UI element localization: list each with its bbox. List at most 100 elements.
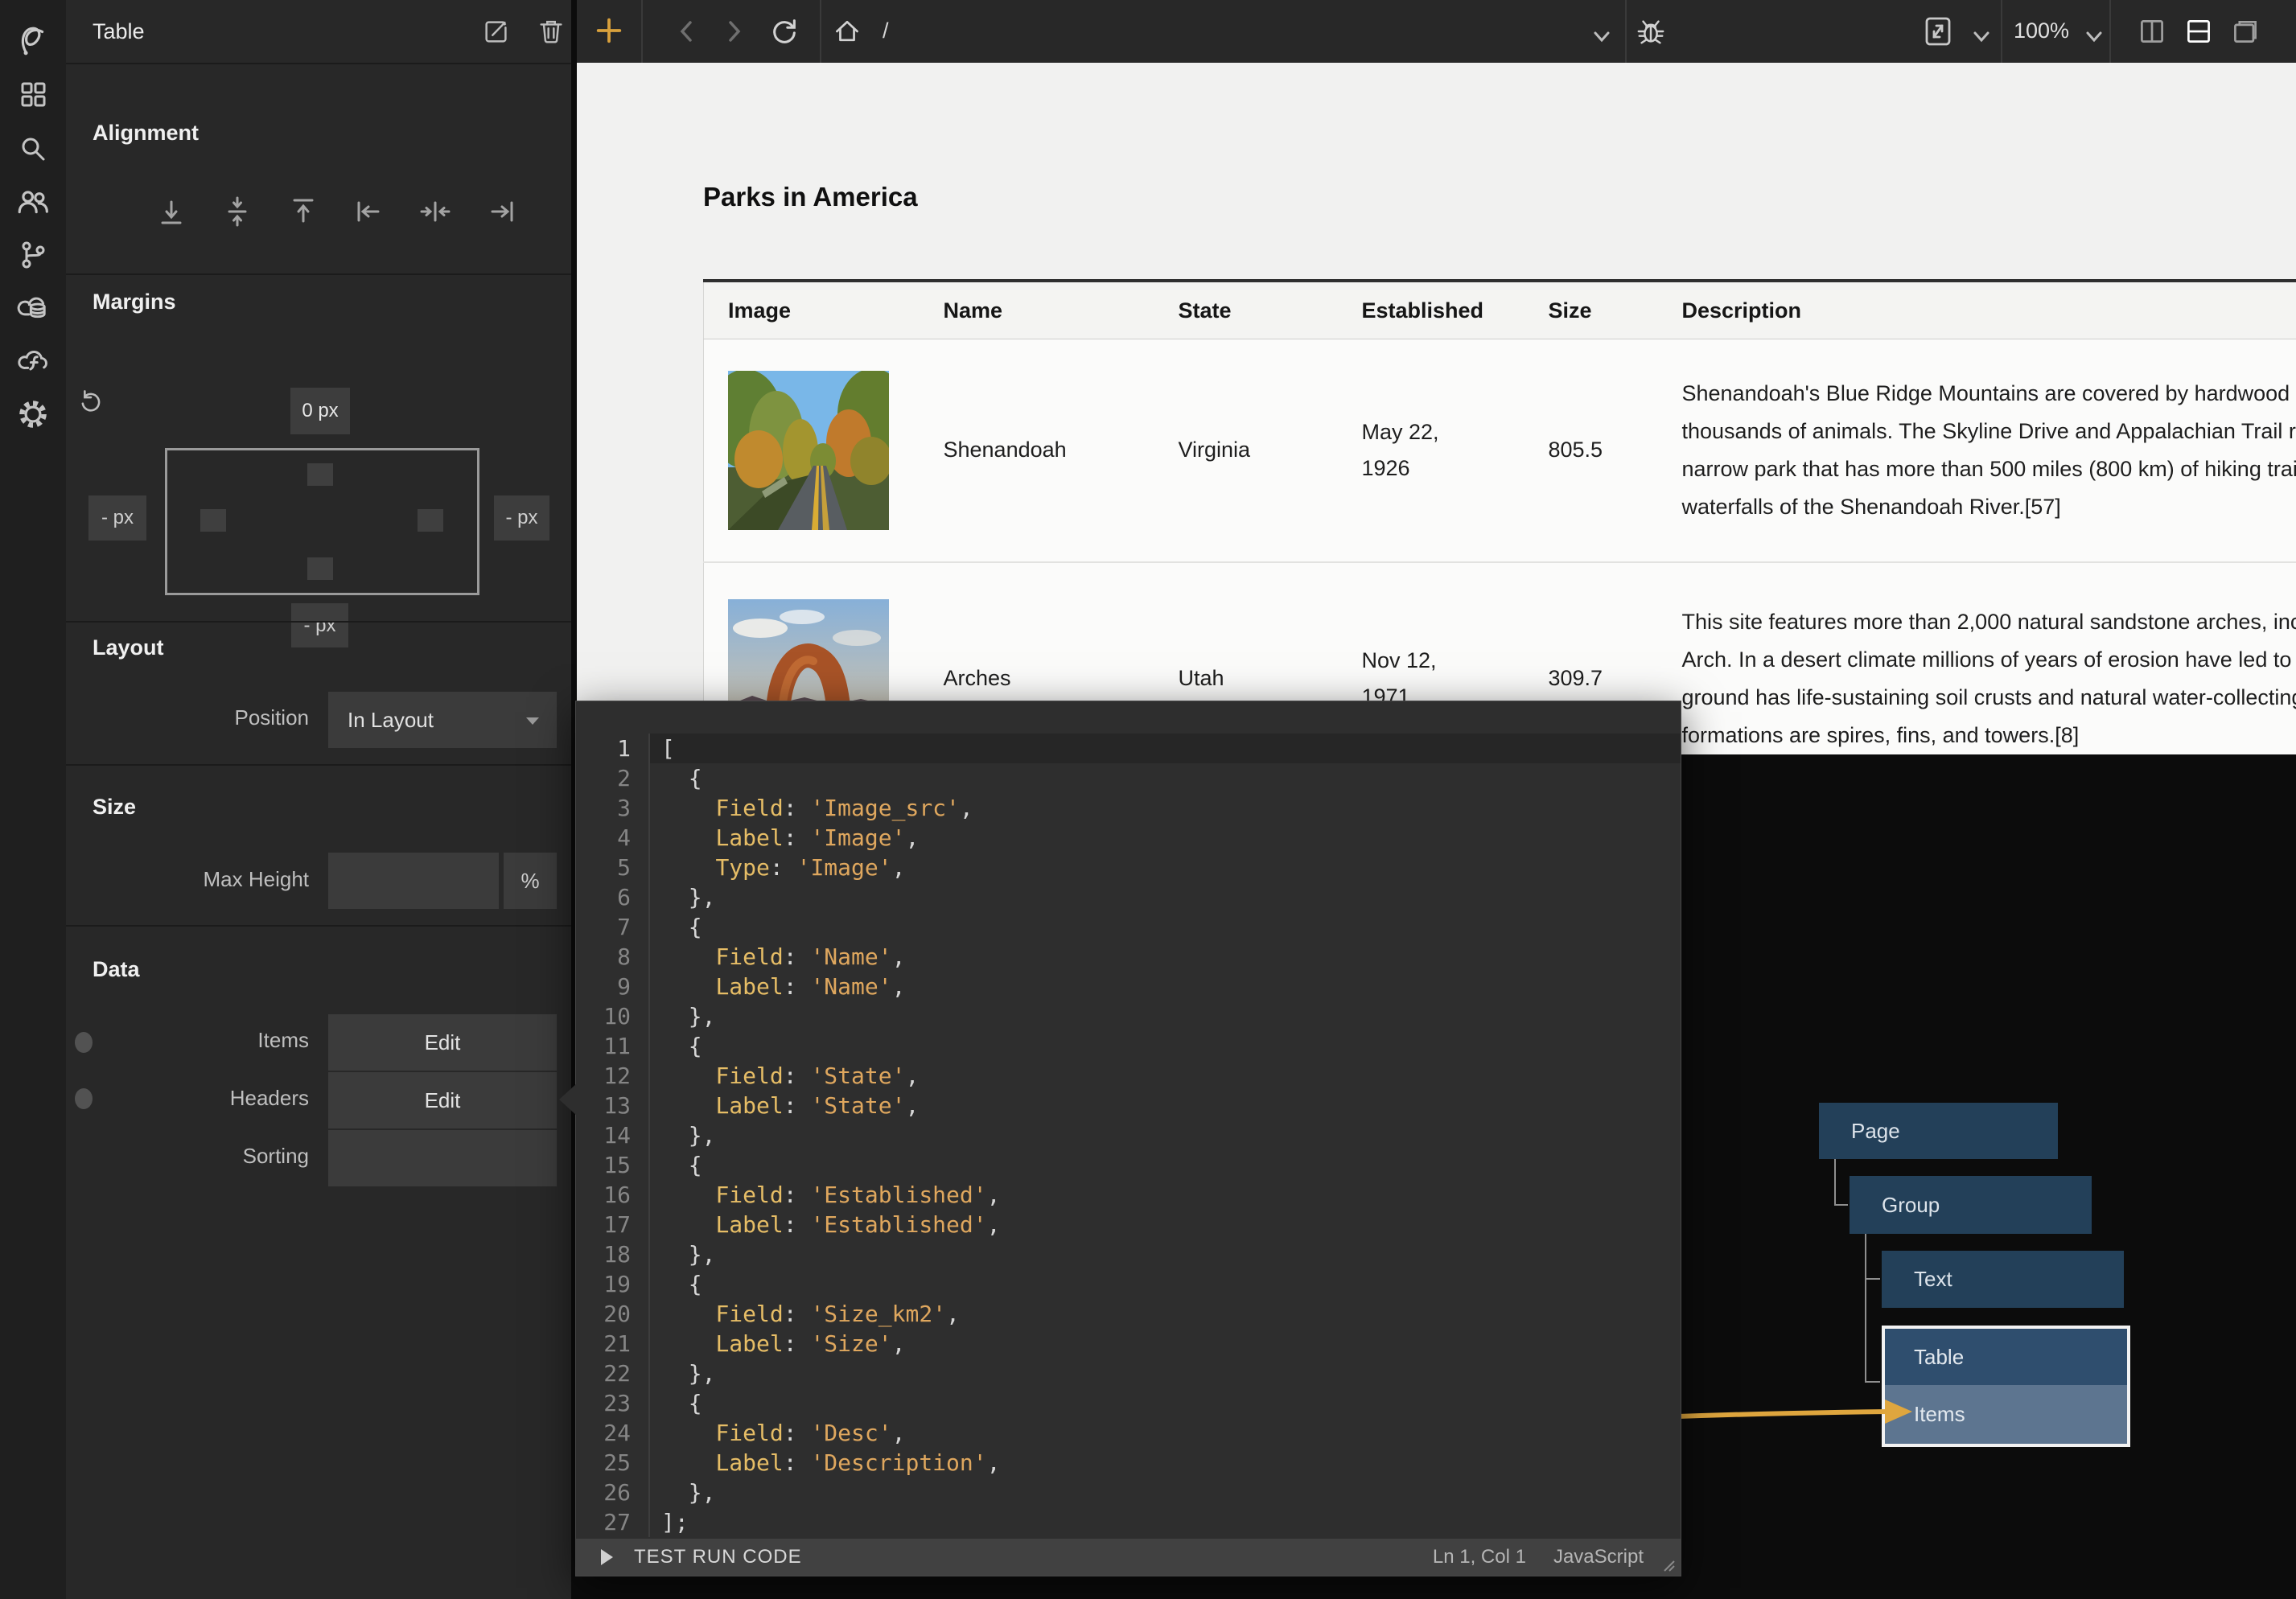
branch-icon[interactable] — [16, 238, 50, 272]
node-text[interactable]: Text — [1882, 1251, 2124, 1308]
grid-icon[interactable] — [16, 77, 50, 111]
code-line[interactable]: 4 Label: 'Image', — [576, 823, 1681, 853]
shenandoah-photo — [728, 371, 889, 530]
resize-chevron-down-icon[interactable] — [1965, 21, 1998, 53]
col-header-state[interactable]: State — [1154, 281, 1338, 339]
headers-edit-button[interactable]: Edit — [328, 1072, 557, 1128]
forward-icon[interactable] — [718, 15, 751, 47]
margin-right-handle[interactable] — [418, 509, 443, 532]
split-rows-icon[interactable] — [2183, 15, 2215, 47]
code-line[interactable]: 17 Label: 'Established', — [576, 1210, 1681, 1239]
align-right-icon[interactable] — [485, 195, 517, 228]
margin-top-input[interactable]: 0 px — [290, 388, 350, 434]
margin-right-input[interactable]: - px — [494, 495, 549, 541]
code-line[interactable]: 16 Field: 'Established', — [576, 1180, 1681, 1210]
code-line[interactable]: 3 Field: 'Image_src', — [576, 793, 1681, 823]
code-line[interactable]: 27]; — [576, 1507, 1681, 1537]
users-icon[interactable] — [16, 185, 50, 219]
bug-icon[interactable] — [1635, 15, 1667, 47]
split-columns-icon[interactable] — [2136, 15, 2168, 47]
node-items[interactable]: Items — [1885, 1385, 2127, 1444]
code-line[interactable]: 23 { — [576, 1388, 1681, 1418]
code-line[interactable]: 21 Label: 'Size', — [576, 1329, 1681, 1359]
margin-top-handle[interactable] — [307, 463, 333, 486]
items-connector-dot[interactable] — [75, 1032, 93, 1053]
zoom-chevron-down-icon[interactable] — [2078, 21, 2110, 53]
home-icon[interactable] — [831, 15, 863, 47]
code-line[interactable]: 24 Field: 'Desc', — [576, 1418, 1681, 1448]
items-edit-button[interactable]: Edit — [328, 1014, 557, 1071]
align-top-icon[interactable] — [287, 195, 319, 228]
code-line[interactable]: 13 Label: 'State', — [576, 1091, 1681, 1120]
col-header-image[interactable]: Image — [704, 281, 920, 339]
code-line[interactable]: 12 Field: 'State', — [576, 1061, 1681, 1091]
code-line[interactable]: 11 { — [576, 1031, 1681, 1061]
code-lines[interactable]: 1[2 {3 Field: 'Image_src',4 Label: 'Imag… — [576, 734, 1681, 1537]
max-height-input[interactable] — [328, 853, 499, 909]
margin-left-handle[interactable] — [200, 509, 226, 532]
margin-bottom-handle[interactable] — [307, 557, 333, 580]
col-header-size[interactable]: Size — [1524, 281, 1658, 339]
code-line[interactable]: 2 { — [576, 763, 1681, 793]
resize-preview-icon[interactable] — [1922, 15, 1954, 47]
search-icon[interactable] — [16, 132, 50, 166]
edit-icon[interactable] — [481, 16, 512, 47]
code-line[interactable]: 9 Label: 'Name', — [576, 972, 1681, 1001]
address-path[interactable]: / — [883, 18, 889, 43]
code-line[interactable]: 6 }, — [576, 882, 1681, 912]
col-header-description[interactable]: Description — [1658, 281, 2296, 339]
code-line[interactable]: 20 Field: 'Size_km2', — [576, 1299, 1681, 1329]
margin-left-input[interactable]: - px — [88, 495, 146, 541]
code-line[interactable]: 8 Field: 'Name', — [576, 942, 1681, 972]
code-line[interactable]: 5 Type: 'Image', — [576, 853, 1681, 882]
col-header-name[interactable]: Name — [920, 281, 1154, 339]
code-line[interactable]: 18 }, — [576, 1239, 1681, 1269]
position-select[interactable]: In Layout — [328, 692, 557, 748]
code-line[interactable]: 19 { — [576, 1269, 1681, 1299]
test-run-code-button[interactable]: TEST RUN CODE — [634, 1546, 802, 1568]
address-chevron-down-icon[interactable] — [1586, 21, 1618, 53]
col-header-established[interactable]: Established — [1338, 281, 1524, 339]
code-line[interactable]: 14 }, — [576, 1120, 1681, 1150]
code-line[interactable]: 10 }, — [576, 1001, 1681, 1031]
resize-grip-icon[interactable] — [1658, 1555, 1676, 1572]
zoom-level[interactable]: 100% — [2014, 18, 2069, 43]
max-height-label: Max Height — [116, 867, 309, 892]
max-height-unit[interactable]: % — [504, 853, 557, 909]
code-line[interactable]: 26 }, — [576, 1478, 1681, 1507]
cell-description: Shenandoah's Blue Ridge Mountains are co… — [1658, 339, 2296, 562]
reset-icon[interactable] — [77, 388, 105, 416]
headers-connector-dot[interactable] — [75, 1088, 93, 1109]
cloud-functions-icon[interactable] — [16, 344, 50, 378]
app-window: Table Alignment — [0, 0, 2296, 1599]
node-group-label: Group — [1882, 1193, 1940, 1218]
data-section-title: Data — [93, 957, 140, 982]
node-items-label: Items — [1914, 1402, 1965, 1427]
align-bottom-icon[interactable] — [155, 195, 187, 228]
refresh-icon[interactable] — [768, 15, 800, 47]
language-label[interactable]: JavaScript — [1553, 1546, 1644, 1568]
node-group[interactable]: Group — [1850, 1176, 2092, 1234]
code-line[interactable]: 25 Label: 'Description', — [576, 1448, 1681, 1478]
align-horizontal-center-icon[interactable] — [419, 195, 451, 228]
margin-bottom-input[interactable]: - px — [291, 603, 348, 647]
node-page[interactable]: Page — [1819, 1103, 2058, 1159]
node-table[interactable]: Table — [1885, 1329, 2127, 1385]
code-line[interactable]: 15 { — [576, 1150, 1681, 1180]
app-logo[interactable] — [16, 23, 50, 56]
trash-icon[interactable] — [536, 16, 566, 47]
node-table-selected[interactable]: Table Items — [1882, 1326, 2130, 1447]
sorting-input[interactable] — [328, 1130, 557, 1186]
add-component-button[interactable] — [593, 14, 625, 47]
align-left-icon[interactable] — [353, 195, 385, 228]
align-vertical-center-icon[interactable] — [221, 195, 253, 228]
code-line[interactable]: 22 }, — [576, 1359, 1681, 1388]
cloud-database-icon[interactable] — [16, 291, 50, 325]
stacked-windows-icon[interactable] — [2229, 15, 2261, 47]
cell-state: Virginia — [1154, 339, 1338, 562]
code-line[interactable]: 1[ — [576, 734, 1681, 763]
back-icon[interactable] — [670, 15, 702, 47]
gear-icon[interactable] — [16, 397, 50, 431]
panel-header: Table — [66, 0, 571, 64]
code-line[interactable]: 7 { — [576, 912, 1681, 942]
